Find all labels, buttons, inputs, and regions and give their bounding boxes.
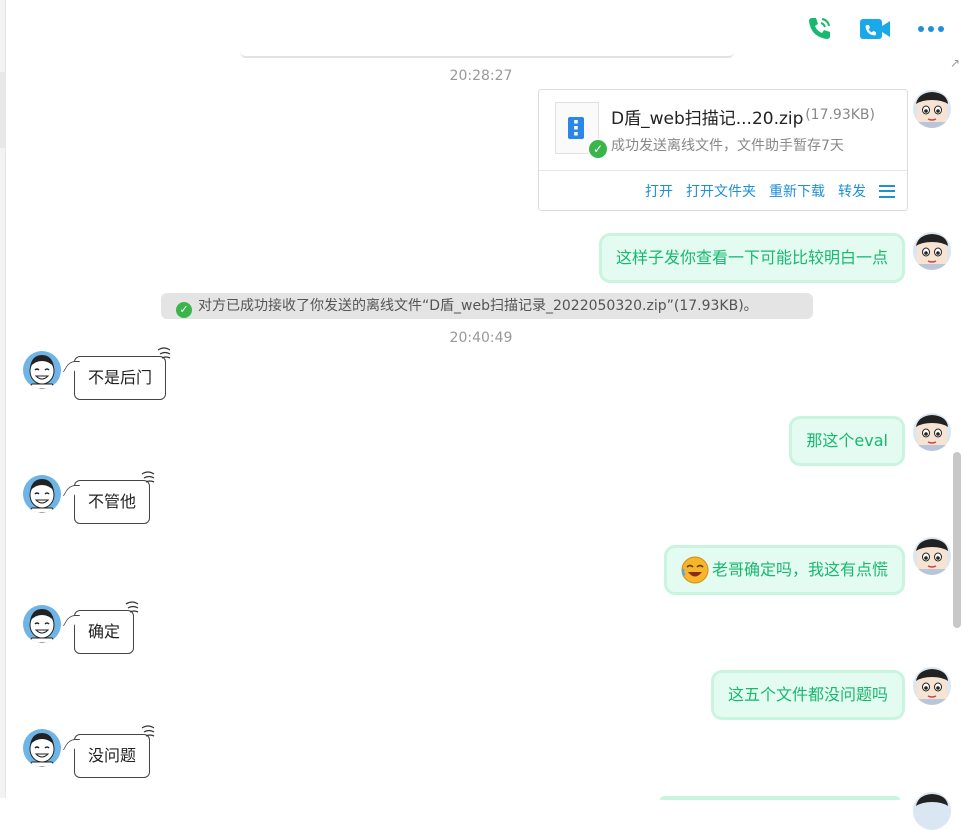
avatar-contact[interactable] bbox=[23, 729, 61, 767]
bubble-doodle-icon bbox=[125, 601, 139, 613]
message-text: 确定 bbox=[88, 622, 121, 641]
open-folder-link[interactable]: 打开文件夹 bbox=[686, 181, 756, 201]
message-bubble-contact[interactable]: 不是后门 bbox=[62, 347, 171, 400]
message-text: 没问题 bbox=[88, 746, 137, 765]
more-icon[interactable] bbox=[914, 12, 948, 46]
avatar-contact[interactable] bbox=[23, 605, 61, 643]
bubble-doodle-icon bbox=[141, 725, 155, 737]
system-notice-text: 对方已成功接收了你发送的离线文件“D盾_web扫描记录_2022050320.z… bbox=[198, 298, 758, 314]
previous-message-bubble-edge bbox=[240, 44, 734, 58]
left-panel-edge bbox=[0, 0, 6, 798]
message-bubble-contact[interactable]: 确定 bbox=[62, 601, 139, 654]
message-text: 不管他 bbox=[88, 492, 137, 511]
laughing-crying-emoji bbox=[681, 556, 709, 584]
message-bubble-self[interactable]: 那这个eval bbox=[792, 419, 902, 463]
file-name[interactable]: D盾_web扫描记...20.zip bbox=[611, 104, 803, 129]
video-call-icon[interactable] bbox=[858, 12, 892, 46]
timestamp: 20:28:27 bbox=[449, 68, 513, 84]
message-bubble-self[interactable]: 这五个文件都没问题吗 bbox=[713, 673, 902, 717]
success-check-icon: ✓ bbox=[176, 302, 192, 318]
file-message-card[interactable]: ▪ ▪ ▪ ✓ D盾_web扫描记...20.zip (17.93KB) 成功发送离… bbox=[538, 89, 908, 211]
file-menu-icon[interactable] bbox=[879, 184, 895, 198]
sent-check-icon: ✓ bbox=[587, 138, 609, 160]
chat-toolbar bbox=[802, 12, 948, 46]
avatar-self[interactable] bbox=[913, 413, 951, 451]
file-size: (17.93KB) bbox=[805, 107, 875, 123]
message-bubble-self[interactable]: 这样子发你查看一下可能比较明白一点 bbox=[601, 236, 902, 280]
avatar-self[interactable] bbox=[913, 537, 951, 575]
avatar-self[interactable] bbox=[913, 232, 951, 270]
message-bubble-contact[interactable]: 不管他 bbox=[62, 471, 155, 524]
avatar-self[interactable] bbox=[913, 90, 951, 128]
forward-link[interactable]: 转发 bbox=[838, 181, 866, 201]
message-text: 不是后门 bbox=[88, 368, 153, 387]
avatar-contact[interactable] bbox=[23, 351, 61, 389]
message-bubble-self-partial bbox=[660, 796, 900, 800]
file-actions: 打开 打开文件夹 重新下载 转发 bbox=[539, 170, 907, 211]
avatar-contact[interactable] bbox=[23, 475, 61, 513]
open-file-link[interactable]: 打开 bbox=[645, 181, 673, 201]
avatar-self[interactable] bbox=[913, 667, 951, 705]
message-text: 老哥确定吗，我这有点慌 bbox=[711, 560, 888, 579]
bubble-doodle-icon bbox=[157, 347, 171, 359]
timestamp: 20:40:49 bbox=[449, 330, 513, 346]
chat-scrollbar[interactable] bbox=[953, 452, 961, 628]
bubble-doodle-icon bbox=[141, 471, 155, 483]
message-bubble-contact[interactable]: 没问题 bbox=[62, 725, 155, 778]
system-notice: ✓ 对方已成功接收了你发送的离线文件“D盾_web扫描记录_2022050320.… bbox=[161, 293, 813, 319]
redownload-link[interactable]: 重新下载 bbox=[769, 181, 825, 201]
file-status: 成功发送离线文件，文件助手暂存7天 bbox=[611, 138, 844, 154]
message-bubble-self[interactable]: 老哥确定吗，我这有点慌 bbox=[666, 548, 902, 592]
phone-icon[interactable] bbox=[802, 12, 836, 46]
